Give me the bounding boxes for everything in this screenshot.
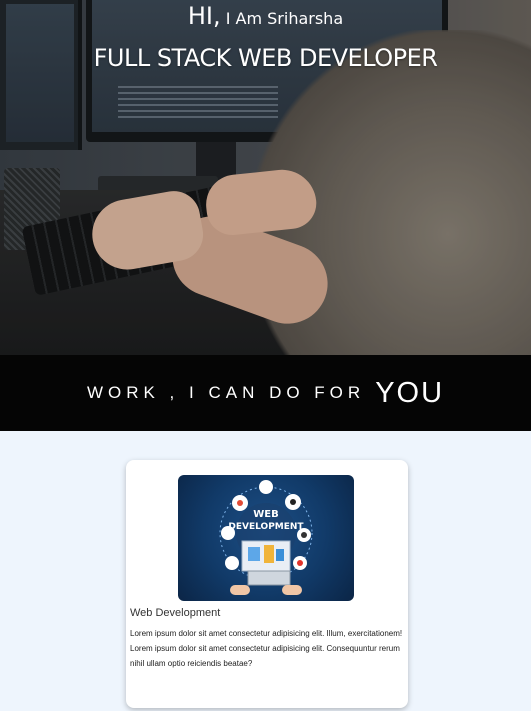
- service-description: Lorem ipsum dolor sit amet consectetur a…: [130, 626, 406, 671]
- service-description-line1: Lorem ipsum dolor sit amet consectetur a…: [130, 629, 403, 638]
- services-banner: WORK , I CAN DO FOR YOU: [0, 355, 531, 431]
- banner-big-text: YOU: [375, 376, 445, 409]
- service-title: Web Development: [130, 607, 221, 619]
- hero-section: HI, I Am Sriharsha FULL STACK WEB DEVELO…: [0, 0, 531, 355]
- hero-title: FULL STACK WEB DEVELOPER: [93, 44, 438, 72]
- greeting-name: I Am Sriharsha: [225, 9, 344, 28]
- service-description-line2: Lorem ipsum dolor sit amet consectetur a…: [130, 644, 400, 668]
- banner-small-text: WORK , I CAN DO FOR: [86, 383, 366, 402]
- hero-greeting: HI, I Am Sriharsha: [0, 2, 531, 30]
- service-card[interactable]: WEB DEVELOPMENT Web Development Lorem ip…: [126, 460, 408, 708]
- greeting-hi: HI,: [187, 2, 221, 30]
- services-section: WEB DEVELOPMENT Web Development Lorem ip…: [0, 431, 531, 711]
- service-image-line2: DEVELOPMENT: [228, 522, 304, 532]
- service-image-line1: WEB: [253, 509, 279, 520]
- service-card-image: WEB DEVELOPMENT: [178, 475, 354, 601]
